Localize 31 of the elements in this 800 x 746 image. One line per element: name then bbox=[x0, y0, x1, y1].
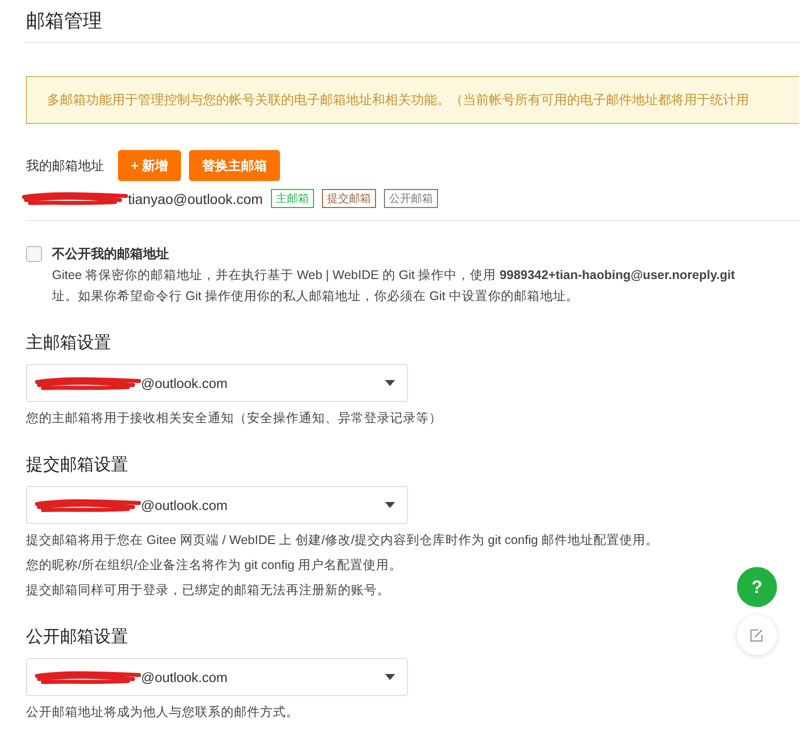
description-text: Gitee 将保密你的邮箱地址，并在执行基于 Web | WebIDE 的 Git 操作中，使用 9989342+tian-haobing@user.noreply.git bbox=[52, 267, 735, 284]
section-title: 公开邮箱设置 bbox=[26, 626, 128, 648]
field-label: 我的邮箱地址 bbox=[26, 156, 104, 174]
email-dropdown[interactable]: @outlook.com bbox=[26, 486, 408, 524]
checkbox-label: 不公开我的邮箱地址 bbox=[52, 245, 170, 263]
help-text: 公开邮箱地址将成为他人与您联系的邮件方式。 bbox=[26, 704, 299, 721]
feedback-button[interactable] bbox=[737, 615, 777, 655]
notice-banner: 多邮箱功能用于管理控制与您的帐号关联的电子邮箱地址和相关功能。（当前帐号所有可用的电子邮件地址都将用于统计用 bbox=[26, 76, 799, 124]
checkbox[interactable] bbox=[26, 246, 42, 262]
help-text: 您的昵称/所在组织/企业备注名将作为 git config 用户名配置使用。 bbox=[26, 557, 402, 574]
description-text: 址。如果你希望命令行 Git 操作使用你的私人邮箱地址，你必须在 Git 中设置你的邮箱地址。 bbox=[52, 288, 580, 305]
caret-icon bbox=[385, 380, 395, 386]
email-tag: 主邮箱 bbox=[270, 189, 314, 208]
email-address: tianyao@outlook.com bbox=[128, 190, 263, 206]
redaction-scribble-icon bbox=[35, 498, 141, 512]
page-title: 邮箱管理 bbox=[26, 10, 103, 34]
redaction-scribble-icon bbox=[35, 376, 141, 390]
help-text: 您的主邮箱将用于接收相关安全通知（安全操作通知、异常登录记录等） bbox=[26, 410, 442, 427]
section-title: 主邮箱设置 bbox=[26, 332, 111, 354]
redaction-scribble-icon bbox=[35, 670, 141, 684]
email-dropdown[interactable]: @outlook.com bbox=[26, 658, 408, 696]
caret-icon bbox=[385, 502, 395, 508]
redaction-scribble-icon bbox=[22, 191, 128, 206]
edit-icon bbox=[749, 627, 765, 643]
email-tag: 提交邮箱 bbox=[322, 189, 376, 208]
help-text: 提交邮箱同样可用于登录，已绑定的邮箱无法再注册新的账号。 bbox=[26, 582, 390, 599]
help-text: 提交邮箱将用于您在 Gitee 网页端 / WebIDE 上 创建/修改/提交内容到仓库时作为 git config 邮件地址配置使用。 bbox=[26, 532, 658, 549]
email-tag: 公开邮箱 bbox=[384, 189, 438, 208]
email-dropdown[interactable]: @outlook.com bbox=[26, 364, 408, 402]
caret-icon bbox=[385, 674, 395, 680]
section-title: 提交邮箱设置 bbox=[26, 454, 128, 476]
